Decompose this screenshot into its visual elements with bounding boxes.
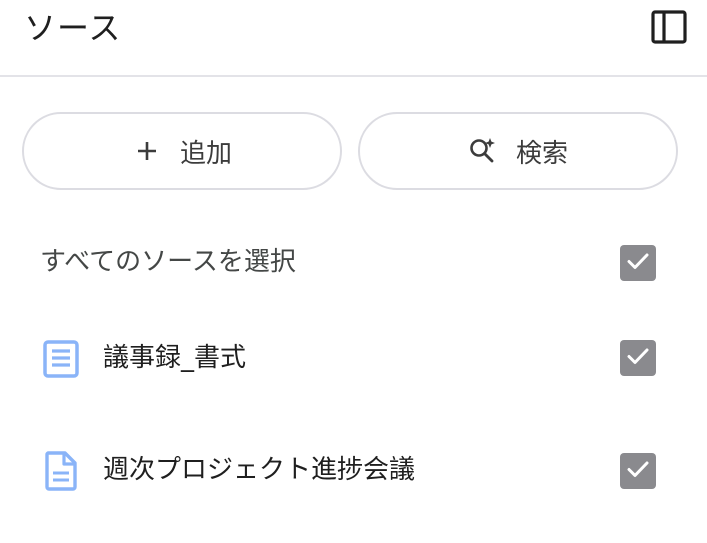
sources-panel: ソース 追加 検索 すべてのソースを選択 議事録_書式 週次プロジェクト進捗会議 [0,0,707,543]
add-button-label: 追加 [179,138,232,169]
source-checkbox[interactable] [620,453,656,489]
panel-toggle-button[interactable] [650,10,688,48]
document-lines-icon [42,339,80,379]
check-icon [625,248,651,278]
source-item-label: 議事録_書式 [103,343,247,373]
source-checkbox[interactable] [620,340,656,376]
check-icon [625,456,651,486]
source-item[interactable]: 週次プロジェクト進捗会議 [0,441,707,501]
panel-title: ソース [24,9,122,47]
select-all-label: すべてのソースを選択 [40,247,296,277]
source-item[interactable]: 議事録_書式 [0,329,707,389]
document-file-icon [42,451,80,491]
select-all-checkbox[interactable] [620,245,656,281]
check-icon [625,343,651,373]
panel-header: ソース [0,0,707,77]
side-panel-icon [650,8,688,50]
search-source-button[interactable]: 検索 [358,112,678,190]
search-button-label: 検索 [515,138,568,169]
sparkle-search-icon [468,136,498,166]
plus-icon [132,136,162,166]
add-source-button[interactable]: 追加 [22,112,342,190]
source-item-label: 週次プロジェクト進捗会議 [103,455,416,485]
